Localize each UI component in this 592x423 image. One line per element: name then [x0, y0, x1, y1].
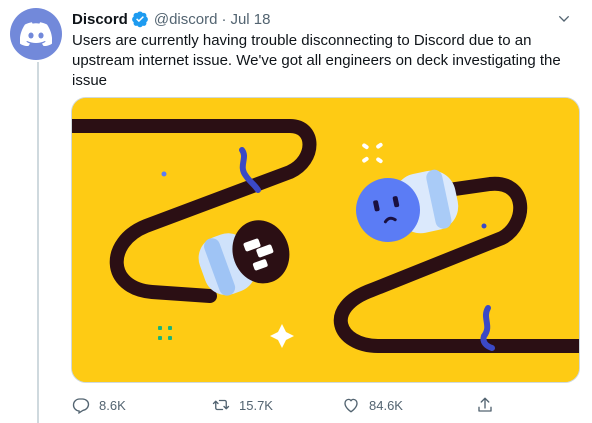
tweet-media-image[interactable]: [71, 97, 580, 383]
heart-icon: [344, 398, 358, 413]
share-icon: [478, 397, 492, 412]
author-name[interactable]: Discord: [72, 11, 128, 28]
thread-line: [37, 62, 39, 423]
tweet-text: Users are currently having trouble disco…: [72, 32, 561, 89]
verified-badge-icon: [131, 11, 148, 28]
tweet-date[interactable]: Jul 18: [230, 11, 270, 28]
retweet-icon: [212, 399, 230, 411]
discord-logo-icon: [20, 22, 52, 46]
reply-count: 8.6K: [99, 397, 126, 413]
reply-button[interactable]: 8.6K: [72, 393, 126, 417]
tweet-actions: 8.6K 15.7K 84.6K: [72, 393, 502, 417]
retweet-button[interactable]: 15.7K: [212, 393, 273, 417]
share-button[interactable]: [476, 393, 503, 417]
avatar[interactable]: [10, 8, 62, 60]
retweet-count: 15.7K: [239, 397, 273, 413]
tweet-header: Discord @discord · Jul 18: [72, 9, 582, 29]
illustration-unplugged-cable: [72, 98, 579, 382]
separator-dot: ·: [221, 10, 227, 28]
like-button[interactable]: 84.6K: [342, 393, 403, 417]
reply-icon: [72, 398, 90, 414]
author-handle[interactable]: @discord: [154, 11, 218, 28]
like-count: 84.6K: [369, 397, 403, 413]
chevron-down-icon[interactable]: [556, 11, 572, 27]
